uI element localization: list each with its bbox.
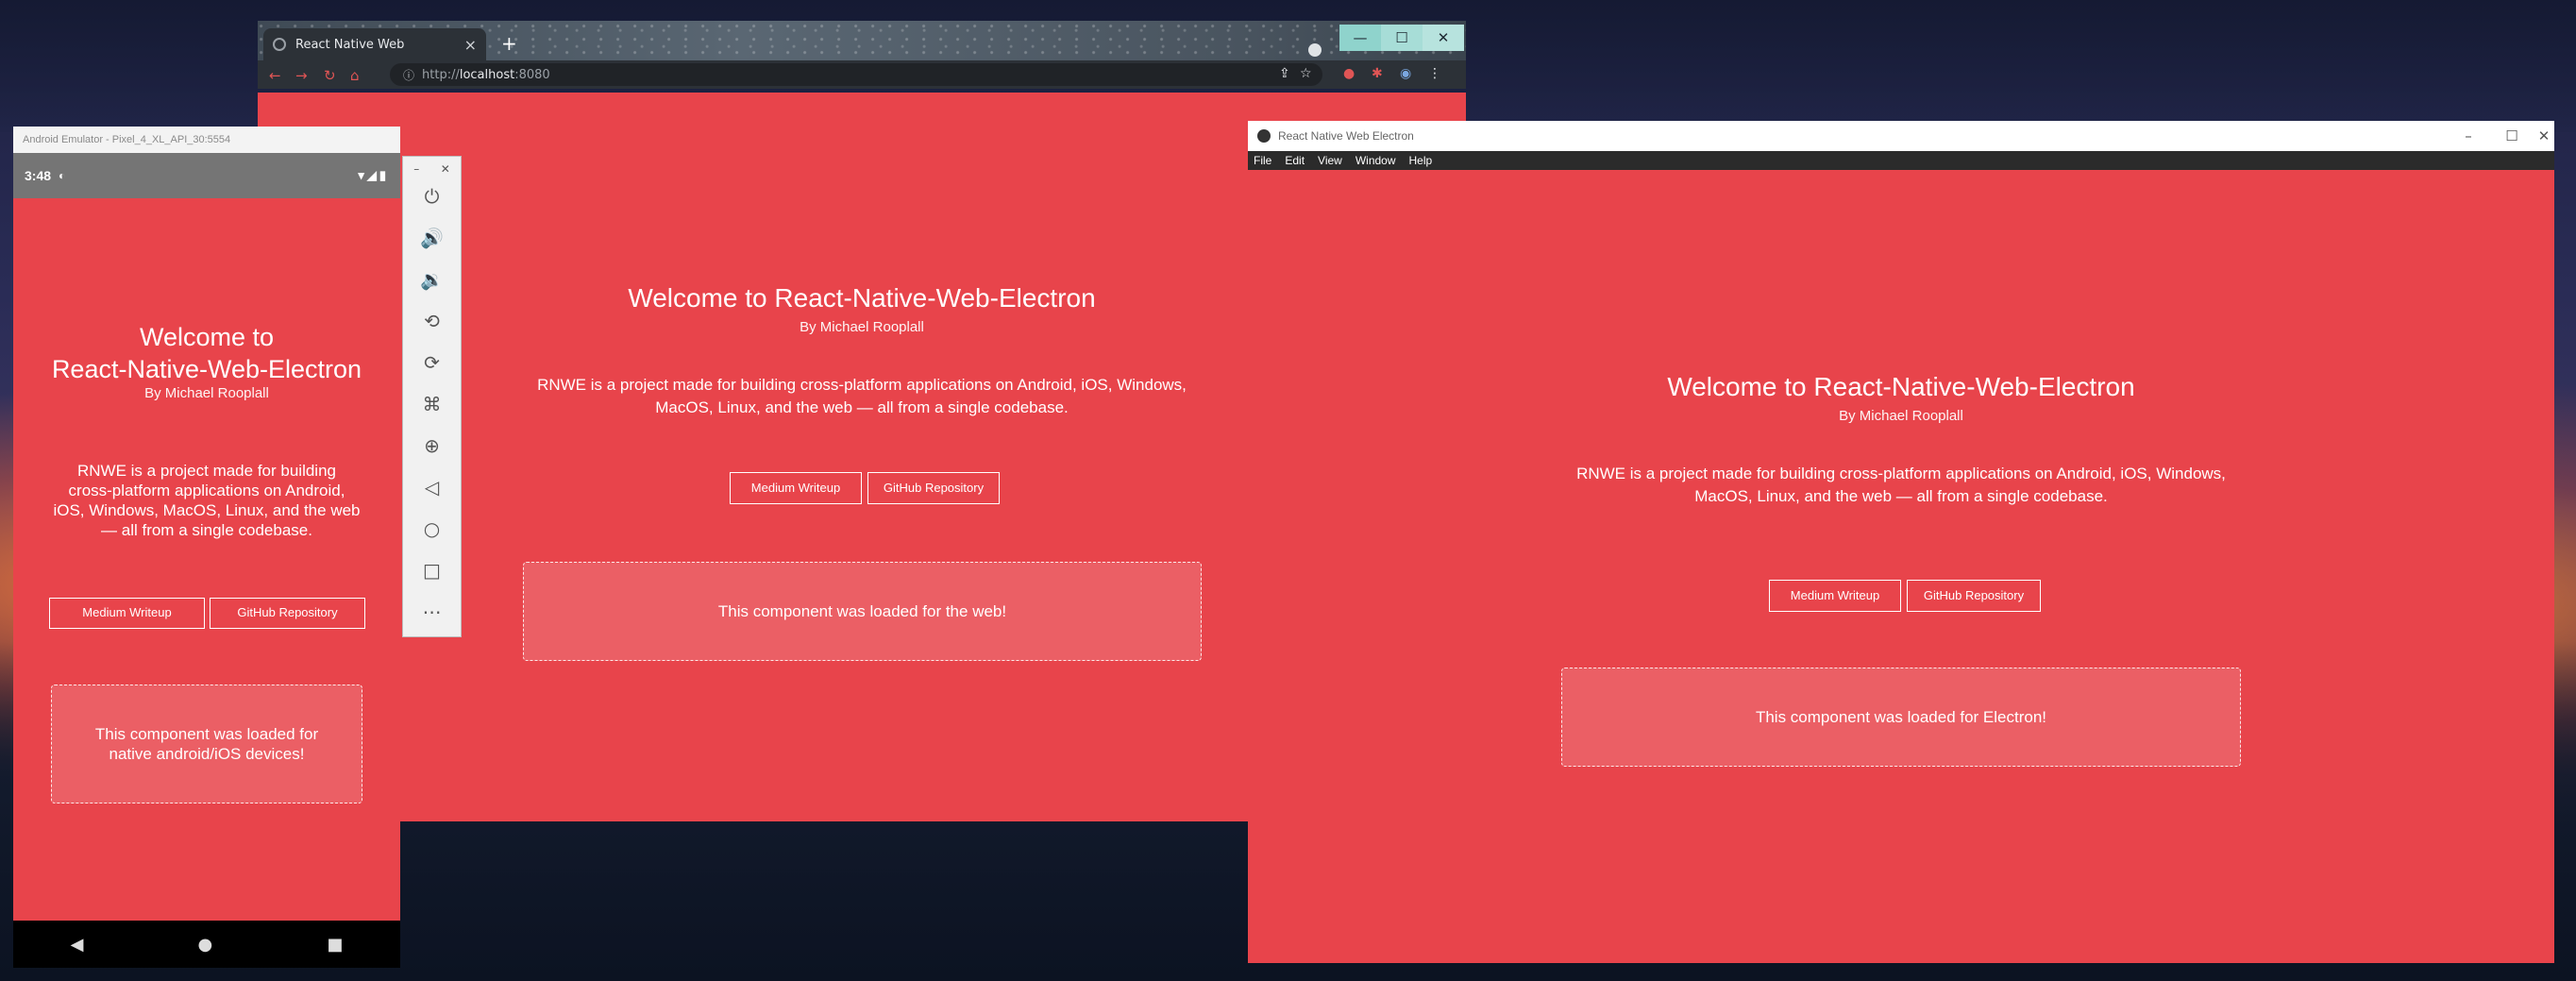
tab-search-icon[interactable] (1308, 43, 1322, 57)
address-bar-row: ← → ↻ ⌂ ⓘ http:// localhost :8080 ⇪ ☆ ● … (258, 60, 1466, 89)
url-scheme: http:// (422, 67, 460, 82)
menu-file[interactable]: File (1254, 154, 1271, 167)
menu-edit[interactable]: Edit (1285, 154, 1305, 167)
back-icon[interactable]: ← (269, 67, 281, 84)
more-icon[interactable]: ⋯ (403, 591, 461, 633)
home-icon[interactable]: ○ (403, 508, 461, 550)
volume-down-icon[interactable]: 🔉 (403, 259, 461, 300)
maximize-button[interactable]: ☐ (2490, 121, 2534, 151)
description-line: cross-platform applications on Android, (68, 482, 345, 499)
message-line: native android/iOS devices! (109, 745, 305, 763)
url-host: localhost (459, 67, 515, 82)
close-window-button[interactable]: ✕ (1423, 25, 1464, 51)
github-repository-button[interactable]: GitHub Repository (867, 472, 1000, 504)
overview-icon[interactable]: □ (403, 550, 461, 591)
forward-icon[interactable]: → (295, 67, 308, 84)
status-bar: 3:48 ◐ ▾◢▮ (13, 153, 400, 198)
native-app-content: Welcome to React-Native-Web-Electron By … (13, 198, 400, 921)
description-line: RNWE is a project made for building cros… (1576, 465, 2226, 482)
menu-icon[interactable]: ⋮ (1428, 66, 1441, 81)
page-title: Welcome to React-Native-Web-Electron (13, 321, 400, 385)
profile-avatar-icon[interactable]: ◉ (1400, 66, 1411, 81)
url-port: :8080 (514, 67, 550, 82)
react-favicon-icon (273, 38, 286, 51)
bookmark-star-icon[interactable]: ☆ (1300, 66, 1312, 81)
menu-bar: File Edit View Window Help (1248, 151, 2554, 170)
platform-component-box: This component was loaded for native and… (51, 685, 362, 803)
rotate-right-icon[interactable]: ⟳ (403, 342, 461, 383)
status-icons: ▾◢▮ (358, 168, 389, 182)
extension-icon[interactable]: ✱ (1372, 66, 1383, 81)
page-title: Welcome to React-Native-Web-Electron (1667, 372, 2135, 401)
platform-component-box: This component was loaded for the web! (523, 562, 1202, 661)
emulator-title-bar: Android Emulator - Pixel_4_XL_API_30:555… (13, 127, 400, 153)
extension-icon[interactable]: ● (1343, 66, 1355, 81)
electron-app-content: Welcome to React-Native-Web-Electron By … (1248, 170, 2554, 963)
title-line: React-Native-Web-Electron (51, 355, 362, 383)
github-repository-button[interactable]: GitHub Repository (1907, 580, 2041, 612)
minimize-icon[interactable]: – (413, 162, 419, 176)
platform-component-box: This component was loaded for Electron! (1561, 668, 2241, 767)
medium-writeup-button[interactable]: Medium Writeup (49, 598, 205, 629)
rotate-left-icon[interactable]: ⟲ (403, 300, 461, 342)
menu-view[interactable]: View (1318, 154, 1342, 167)
android-emulator: 3:48 ◐ ▾◢▮ Welcome to React-Native-Web-E… (13, 153, 400, 968)
tab-title: React Native Web (295, 37, 405, 52)
close-icon[interactable]: ✕ (441, 162, 450, 176)
nav-back-icon[interactable]: ◀ (71, 935, 84, 955)
toolbar-window-controls: – ✕ (403, 157, 461, 176)
medium-writeup-button[interactable]: Medium Writeup (1769, 580, 1901, 612)
status-time: 3:48 (25, 168, 52, 183)
reload-icon[interactable]: ↻ (324, 67, 336, 84)
description-line: — all from a single codebase. (101, 521, 312, 539)
menu-help[interactable]: Help (1409, 154, 1433, 167)
close-tab-icon[interactable]: × (464, 36, 477, 54)
description: RNWE is a project made for building cros… (13, 461, 400, 540)
nav-home-icon[interactable]: ● (198, 935, 213, 955)
platform-message: This component was loaded for native and… (95, 724, 318, 764)
byline: By Michael Rooplall (1839, 408, 1963, 424)
android-nav-bar: ◀ ● ■ (13, 921, 400, 968)
byline: By Michael Rooplall (144, 385, 269, 401)
electron-window: React Native Web Electron – ☐ ✕ File Edi… (1248, 121, 2554, 963)
description: RNWE is a project made for building cros… (1248, 463, 2554, 508)
message-line: This component was loaded for (94, 725, 319, 743)
home-icon[interactable]: ⌂ (350, 67, 360, 84)
window-title: React Native Web Electron (1278, 129, 1414, 143)
maximize-button[interactable]: ☐ (1381, 25, 1423, 51)
description-line: RNWE is a project made for building (76, 462, 336, 480)
title-line: Welcome to (139, 323, 275, 351)
zoom-icon[interactable]: ⊕ (403, 425, 461, 466)
url-input[interactable]: ⓘ http:// localhost :8080 (390, 63, 1322, 86)
description-line: MacOS, Linux, and the web — all from a s… (1694, 487, 2108, 505)
browser-tab-bar: React Native Web × + — ☐ ✕ (258, 21, 1466, 60)
camera-icon[interactable]: ⌘ (403, 383, 461, 425)
browser-tab[interactable]: React Native Web × (263, 28, 486, 60)
emulator-toolbar: – ✕ ⏻ 🔊 🔉 ⟲ ⟳ ⌘ ⊕ ◁ ○ □ ⋯ (402, 156, 462, 637)
minimize-button[interactable]: – (2447, 121, 2490, 151)
electron-app-icon (1257, 129, 1271, 143)
menu-window[interactable]: Window (1355, 154, 1396, 167)
back-icon[interactable]: ◁ (403, 466, 461, 508)
share-icon[interactable]: ⇪ (1279, 66, 1290, 81)
description-line: iOS, Windows, MacOS, Linux, and the web (53, 501, 361, 519)
platform-message: This component was loaded for Electron! (1755, 707, 2047, 726)
power-icon[interactable]: ⏻ (403, 176, 461, 217)
medium-writeup-button[interactable]: Medium Writeup (730, 472, 862, 504)
site-info-icon[interactable]: ⓘ (403, 67, 414, 83)
nav-recents-icon[interactable]: ■ (327, 935, 343, 955)
electron-title-bar: React Native Web Electron (1248, 121, 2554, 151)
minimize-button[interactable]: — (1339, 25, 1381, 51)
new-tab-button[interactable]: + (501, 32, 517, 55)
volume-up-icon[interactable]: 🔊 (403, 217, 461, 259)
platform-message: This component was loaded for the web! (717, 601, 1007, 620)
notification-icon: ◐ (59, 169, 66, 182)
close-window-button[interactable]: ✕ (2534, 121, 2554, 151)
github-repository-button[interactable]: GitHub Repository (210, 598, 365, 629)
